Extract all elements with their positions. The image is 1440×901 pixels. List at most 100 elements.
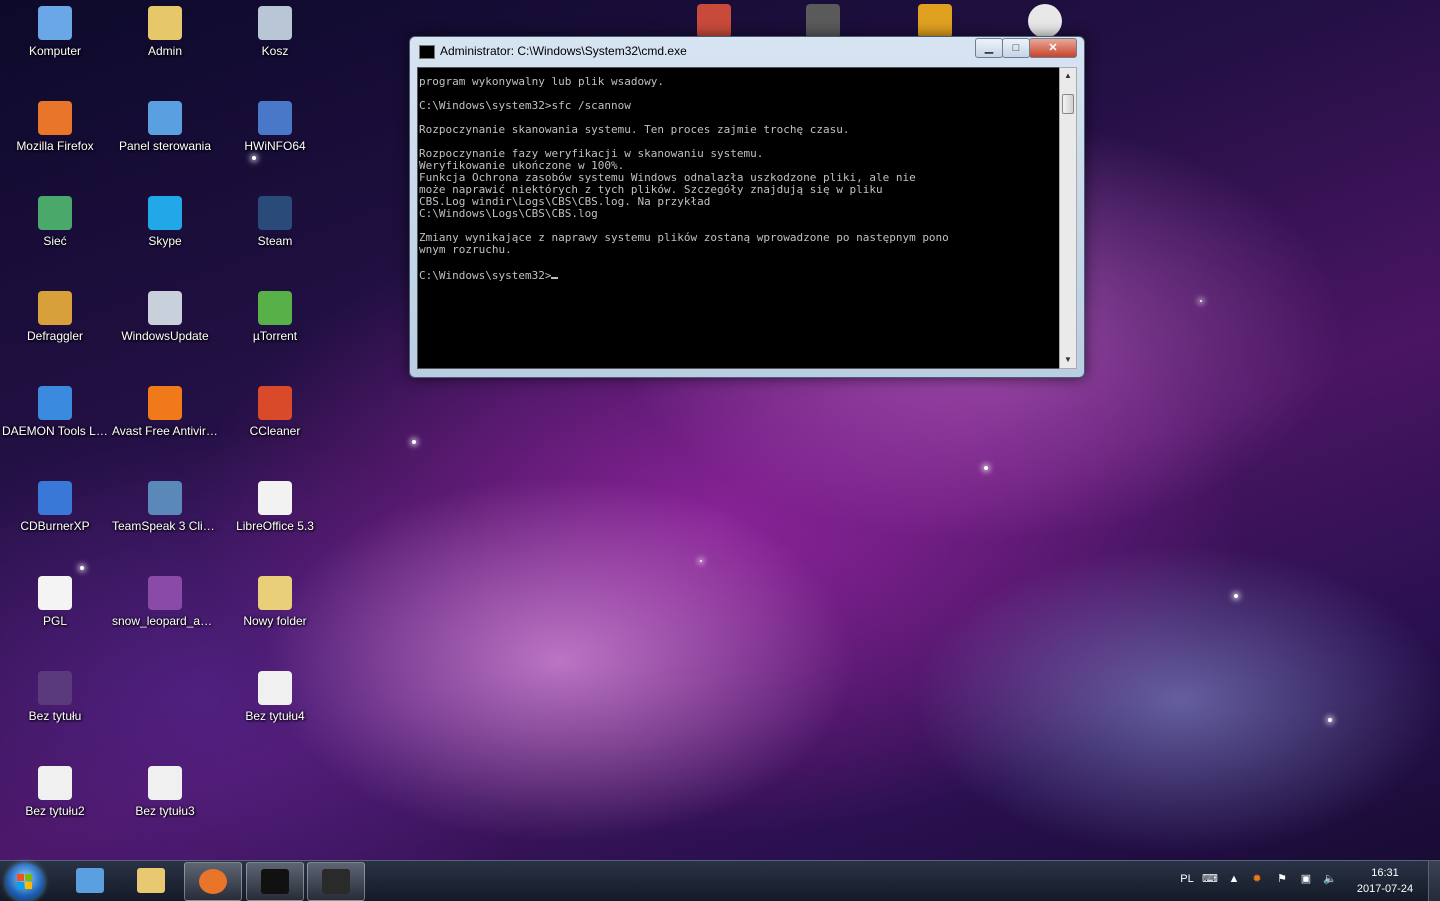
window-title: Administrator: C:\Windows\System32\cmd.e… bbox=[440, 44, 687, 58]
desktop-icon[interactable]: Bez tytułu2 bbox=[0, 760, 110, 850]
taskbar-button[interactable] bbox=[62, 862, 118, 899]
overwatch-icon[interactable] bbox=[1028, 4, 1062, 38]
scroll-up-icon[interactable]: ▲ bbox=[1060, 68, 1076, 84]
desktop-icon-label: µTorrent bbox=[252, 329, 298, 343]
star bbox=[1200, 300, 1202, 302]
desktop-icon[interactable]: Defraggler bbox=[0, 285, 110, 375]
desktop-icon[interactable]: CCleaner bbox=[220, 380, 330, 470]
star bbox=[984, 466, 988, 470]
desktop-icon-label: Bez tytułu bbox=[28, 709, 82, 723]
defraggler-icon bbox=[38, 291, 72, 325]
image-icon bbox=[148, 766, 182, 800]
desktop-icon-label: Admin bbox=[147, 44, 182, 58]
desktop-icon[interactable]: Komputer bbox=[0, 0, 110, 90]
desktop-icon-label: CCleaner bbox=[249, 424, 301, 438]
desktop-icon[interactable]: Nowy folder bbox=[220, 570, 330, 660]
avast-tray-icon[interactable]: ✹ bbox=[1250, 872, 1264, 886]
desktop-icon[interactable]: Panel sterowania bbox=[110, 95, 220, 185]
desktop-icon[interactable]: Avast Free Antivirus bbox=[110, 380, 220, 470]
desktop-icon-label: Avast Free Antivirus bbox=[112, 424, 219, 438]
game-app-icon bbox=[322, 869, 350, 894]
windows-logo-icon bbox=[17, 874, 33, 890]
desktop-icon[interactable]: Admin bbox=[110, 0, 220, 90]
taskbar-button[interactable] bbox=[307, 862, 365, 901]
desktop-icon[interactable]: Sieć bbox=[0, 190, 110, 280]
computer-icon bbox=[38, 6, 72, 40]
desktop-icon[interactable]: PGL bbox=[0, 570, 110, 660]
desktop-icon-label: Skype bbox=[148, 234, 182, 248]
desktop-icon-label: LibreOffice 5.3 bbox=[236, 519, 314, 533]
start-button[interactable] bbox=[6, 863, 44, 901]
show-hidden-icons-icon[interactable]: ▲ bbox=[1227, 872, 1241, 886]
desktop-icon[interactable]: Steam bbox=[220, 190, 330, 280]
desktop-icon-label: Kosz bbox=[261, 44, 289, 58]
image-icon bbox=[258, 671, 292, 705]
clock-time: 16:31 bbox=[1371, 867, 1399, 879]
taskbar-button[interactable] bbox=[184, 862, 242, 901]
network-tray-icon[interactable]: ▣ bbox=[1299, 872, 1313, 886]
scroll-down-icon[interactable]: ▼ bbox=[1060, 352, 1076, 368]
desktop-icon[interactable]: Bez tytułu bbox=[0, 665, 110, 755]
desktop-icon[interactable]: Mozilla Firefox bbox=[0, 95, 110, 185]
utorrent-icon bbox=[258, 291, 292, 325]
desktop-icon-label: Bez tytułu2 bbox=[25, 804, 85, 818]
vertical-scrollbar[interactable]: ▲ ▼ bbox=[1059, 67, 1077, 369]
console-output[interactable]: program wykonywalny lub plik wsadowy. C:… bbox=[417, 67, 1060, 369]
desktop-icon[interactable]: WindowsUpdate bbox=[110, 285, 220, 375]
window-titlebar[interactable]: Administrator: C:\Windows\System32\cmd.e… bbox=[410, 37, 1084, 65]
show-desktop-button[interactable] bbox=[1428, 861, 1440, 901]
desktop-icon[interactable]: HWiNFO64 bbox=[220, 95, 330, 185]
cdburnerxp-icon bbox=[38, 481, 72, 515]
star bbox=[700, 560, 702, 562]
image-icon bbox=[148, 576, 182, 610]
desktop-icon[interactable]: µTorrent bbox=[220, 285, 330, 375]
file-explorer-icon bbox=[137, 868, 165, 893]
libreoffice-icon bbox=[258, 481, 292, 515]
taskbar-button[interactable] bbox=[123, 862, 179, 899]
recycle-bin-icon bbox=[258, 6, 292, 40]
desktop-icon[interactable]: CDBurnerXP bbox=[0, 475, 110, 565]
firefox-icon bbox=[38, 101, 72, 135]
maximize-button[interactable]: □ bbox=[1002, 38, 1030, 58]
user-folder-icon bbox=[148, 6, 182, 40]
desktop-icon-label: CDBurnerXP bbox=[20, 519, 90, 533]
desktop-icon-label: Sieć bbox=[43, 234, 67, 248]
language-indicator[interactable]: PL bbox=[1178, 872, 1196, 886]
console-text: program wykonywalny lub plik wsadowy. C:… bbox=[419, 75, 949, 256]
desktop-icon[interactable]: LibreOffice 5.3 bbox=[220, 475, 330, 565]
teamspeak-icon bbox=[148, 481, 182, 515]
volume-icon[interactable]: 🔈 bbox=[1323, 872, 1337, 886]
desktop-icon-label: Bez tytułu3 bbox=[135, 804, 195, 818]
war-thunder-icon[interactable] bbox=[697, 4, 731, 38]
keyboard-icon[interactable]: ⌨ bbox=[1202, 872, 1218, 886]
desktop-icon[interactable]: Kosz bbox=[220, 0, 330, 90]
image-icon bbox=[38, 766, 72, 800]
world-of-tanks-icon[interactable] bbox=[806, 4, 840, 38]
desktop-icon[interactable]: Bez tytułu3 bbox=[110, 760, 220, 850]
avast-icon bbox=[148, 386, 182, 420]
minimize-button[interactable]: ▁ bbox=[975, 38, 1003, 58]
desktop-icon-label: Mozilla Firefox bbox=[16, 139, 94, 153]
taskbar: PL ⌨ ▲ ✹ ⚑ ▣ 🔈 16:31 2017-07-24 bbox=[0, 860, 1440, 901]
star bbox=[1328, 718, 1332, 722]
console-prompt: C:\Windows\system32> bbox=[419, 269, 552, 282]
desktop-icon-label: snow_leopard_aur... bbox=[112, 614, 220, 628]
daemon-tools-icon bbox=[38, 386, 72, 420]
taskbar-button[interactable] bbox=[246, 862, 304, 901]
cmd-window[interactable]: Administrator: C:\Windows\System32\cmd.e… bbox=[409, 36, 1085, 378]
action-center-flag-icon[interactable]: ⚑ bbox=[1275, 872, 1289, 886]
counter-strike-icon[interactable] bbox=[918, 4, 952, 38]
desktop-icon[interactable]: snow_leopard_aur... bbox=[110, 570, 220, 660]
scroll-thumb[interactable] bbox=[1062, 94, 1074, 114]
cmd-icon bbox=[419, 45, 435, 59]
desktop-icon[interactable]: Bez tytułu4 bbox=[220, 665, 330, 755]
desktop-icon[interactable]: DAEMON Tools Lite bbox=[0, 380, 110, 470]
network-icon bbox=[38, 196, 72, 230]
text-cursor bbox=[551, 268, 559, 279]
desktop-icon[interactable]: Skype bbox=[110, 190, 220, 280]
cmd-icon bbox=[261, 869, 289, 894]
clock[interactable]: 16:31 2017-07-24 bbox=[1346, 865, 1424, 897]
ccleaner-icon bbox=[258, 386, 292, 420]
desktop-icon[interactable]: TeamSpeak 3 Client bbox=[110, 475, 220, 565]
close-button[interactable]: ✕ bbox=[1029, 38, 1077, 58]
